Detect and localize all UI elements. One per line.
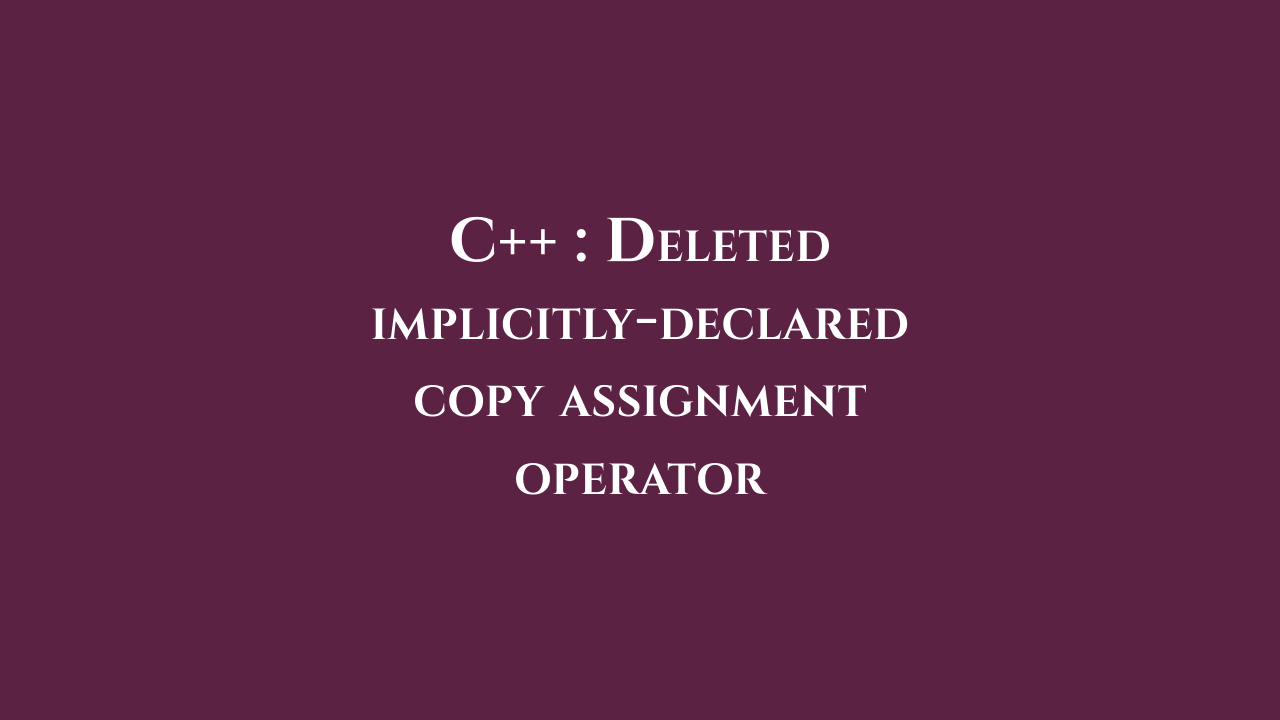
- title-line-1: C++ : Deleted: [371, 205, 910, 283]
- title-line-3: copy assignment: [371, 360, 910, 438]
- title-card: C++ : Deleted implicitly-declared copy a…: [311, 205, 970, 515]
- title-line-2: implicitly-declared: [371, 283, 910, 361]
- title-line-4: operator: [371, 438, 910, 516]
